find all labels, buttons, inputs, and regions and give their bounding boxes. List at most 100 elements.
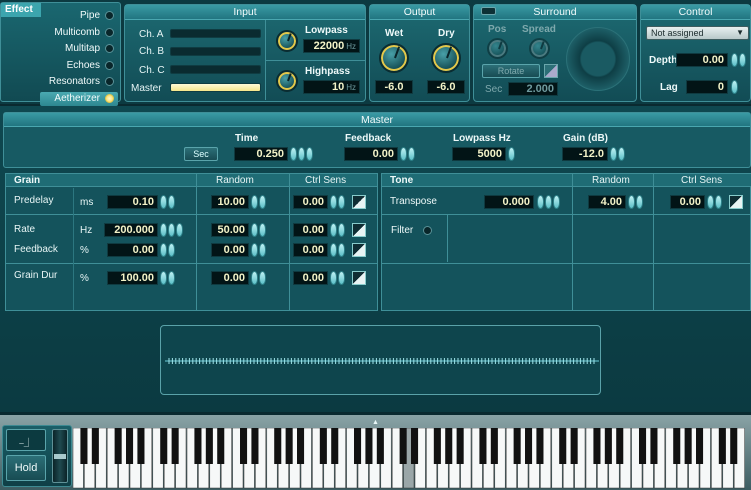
depth-value[interactable]: 0.00 [676,53,728,67]
surround-enable-toggle[interactable] [481,7,496,15]
grain-rate-spinner[interactable] [160,223,183,237]
grain-predelay-value[interactable]: 0.10 [107,195,158,209]
black-key[interactable] [433,428,441,464]
effect-item-pipe[interactable]: Pipe [40,9,118,23]
black-key[interactable] [319,428,327,464]
effect-item-aetherizer[interactable]: Aetherizer [40,91,118,106]
lag-spinner[interactable] [731,80,738,94]
grain-rate-value[interactable]: 200.000 [104,223,158,237]
grain-grain-dur-random-spinner[interactable] [251,271,266,285]
black-key[interactable] [639,428,647,464]
grain-rate-random-value[interactable]: 50.00 [211,223,249,237]
black-key[interactable] [490,428,498,464]
dry-knob[interactable] [431,43,461,73]
depth-spinner[interactable] [731,53,746,67]
black-key[interactable] [91,428,99,464]
grain-grain-dur-ctrl-curve-button[interactable] [352,271,366,285]
lowpass-value[interactable]: 22000 Hz [303,39,360,53]
black-key[interactable] [411,428,419,464]
black-key[interactable] [354,428,362,464]
grain-grain-dur-value[interactable]: 100.00 [107,271,158,285]
black-key[interactable] [730,428,738,464]
black-key[interactable] [160,428,168,464]
grain-rate-ctrl-spinner[interactable] [330,223,345,237]
highpass-value[interactable]: 10 Hz [303,80,360,94]
black-key[interactable] [205,428,213,464]
black-key[interactable] [570,428,578,464]
grain-feedback-value[interactable]: 0.00 [107,243,158,257]
time-value[interactable]: 0.250 [234,147,288,161]
grain-grain-dur-random-value[interactable]: 0.00 [211,271,249,285]
piano-keyboard[interactable] [73,428,751,490]
rotate-curve-button[interactable] [544,64,558,78]
grain-rate-random-spinner[interactable] [251,223,266,237]
rotate-button[interactable]: Rotate [482,64,540,78]
keyboard-scroll-arrow[interactable]: ▲ [372,419,379,426]
control-source-select[interactable]: Not assigned ▼ [646,26,749,40]
grain-feedback-spinner[interactable] [160,243,175,257]
grain-rate-ctrl-curve-button[interactable] [352,223,366,237]
surround-position-pad[interactable] [566,27,630,91]
grain-grain-dur-ctrl-value[interactable]: 0.00 [293,271,328,285]
black-key[interactable] [456,428,464,464]
grain-predelay-ctrl-curve-button[interactable] [352,195,366,209]
master-lowpass-spinner[interactable] [508,147,515,161]
black-key[interactable] [559,428,567,464]
filter-toggle[interactable] [423,226,432,235]
grain-predelay-ctrl-spinner[interactable] [330,195,345,209]
keyboard-mode-button[interactable]: ⎯⏌ [6,429,46,451]
black-key[interactable] [297,428,305,464]
master-sec-button[interactable]: Sec [184,147,218,161]
black-key[interactable] [684,428,692,464]
black-key[interactable] [194,428,202,464]
master-lowpass-value[interactable]: 5000 [452,147,506,161]
black-key[interactable] [650,428,658,464]
black-key[interactable] [525,428,533,464]
master-feedback-spinner[interactable] [400,147,415,161]
black-key[interactable] [285,428,293,464]
wet-value[interactable]: -6.0 [375,80,413,94]
black-key[interactable] [399,428,407,464]
transpose-ctrl-curve-button[interactable] [729,195,743,209]
pitch-wheel[interactable] [52,429,68,483]
transpose-ctrl-spinner[interactable] [707,195,722,209]
black-key[interactable] [593,428,601,464]
grain-feedback-random-spinner[interactable] [251,243,266,257]
lowpass-knob[interactable] [276,30,298,52]
grain-predelay-random-value[interactable]: 10.00 [211,195,249,209]
dry-value[interactable]: -6.0 [427,80,465,94]
effect-item-echoes[interactable]: Echoes [40,59,118,73]
black-key[interactable] [365,428,373,464]
black-key[interactable] [126,428,134,464]
grain-feedback-ctrl-curve-button[interactable] [352,243,366,257]
time-spinner[interactable] [290,147,313,161]
hold-button[interactable]: Hold [6,455,46,481]
grain-rate-ctrl-value[interactable]: 0.00 [293,223,328,237]
black-key[interactable] [171,428,179,464]
black-key[interactable] [274,428,282,464]
black-key[interactable] [240,428,248,464]
black-key[interactable] [536,428,544,464]
effect-item-resonators[interactable]: Resonators [40,75,118,89]
black-key[interactable] [331,428,339,464]
gain-spinner[interactable] [610,147,625,161]
grain-feedback-ctrl-spinner[interactable] [330,243,345,257]
transpose-random-value[interactable]: 4.00 [588,195,626,209]
transpose-value[interactable]: 0.000 [484,195,534,209]
transpose-random-spinner[interactable] [628,195,643,209]
effect-item-multitap[interactable]: Multitap [40,42,118,56]
black-key[interactable] [696,428,704,464]
black-key[interactable] [616,428,624,464]
black-key[interactable] [251,428,259,464]
grain-grain-dur-spinner[interactable] [160,271,175,285]
highpass-knob[interactable] [276,70,298,92]
black-key[interactable] [513,428,521,464]
surround-sec-value[interactable]: 2.000 [508,82,558,96]
grain-predelay-spinner[interactable] [160,195,175,209]
spread-knob[interactable] [529,38,550,59]
black-key[interactable] [137,428,145,464]
master-feedback-value[interactable]: 0.00 [344,147,398,161]
grain-grain-dur-ctrl-spinner[interactable] [330,271,345,285]
black-key[interactable] [718,428,726,464]
black-key[interactable] [604,428,612,464]
